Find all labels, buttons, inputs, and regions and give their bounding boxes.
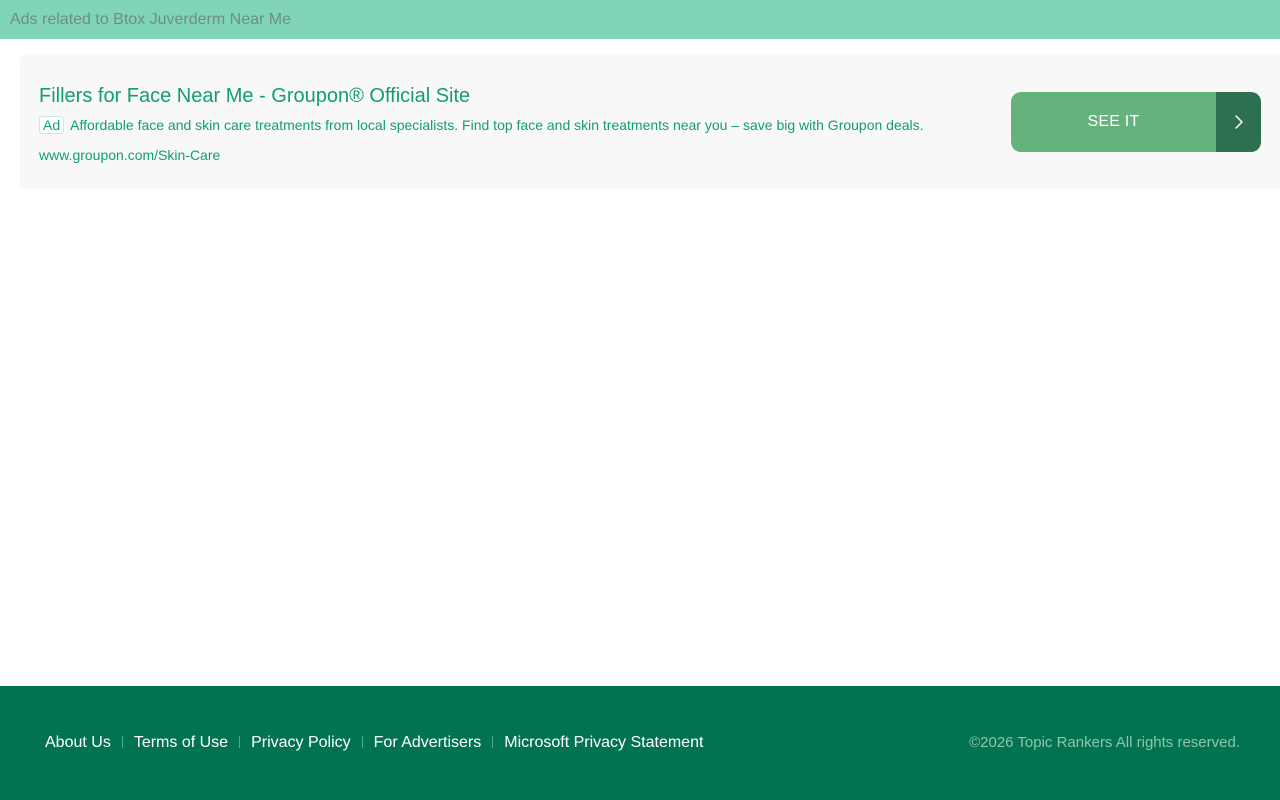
footer-divider — [492, 736, 494, 748]
footer: About Us Terms of Use Privacy Policy For… — [0, 686, 1280, 800]
ad-display-url[interactable]: www.groupon.com/Skin-Care — [39, 146, 220, 164]
chevron-right-icon — [1216, 92, 1261, 152]
ad-card: Fillers for Face Near Me - Groupon® Offi… — [20, 54, 1280, 189]
footer-divider — [121, 736, 123, 748]
see-it-button[interactable]: SEE IT — [1011, 92, 1261, 152]
footer-link-privacy-policy[interactable]: Privacy Policy — [251, 733, 351, 753]
ad-description: Affordable face and skin care treatments… — [70, 117, 924, 133]
ads-header-bar: Ads related to Btox Juverderm Near Me — [0, 0, 1280, 39]
footer-divider — [361, 736, 363, 748]
copyright-text: ©2026 Topic Rankers All rights reserved. — [969, 734, 1240, 751]
footer-link-for-advertisers[interactable]: For Advertisers — [374, 733, 482, 753]
footer-link-microsoft-privacy-statement[interactable]: Microsoft Privacy Statement — [504, 733, 703, 753]
footer-link-about-us[interactable]: About Us — [45, 733, 111, 753]
ads-header-text: Ads related to Btox Juverderm Near Me — [10, 11, 292, 28]
ad-badge: Ad — [39, 116, 65, 134]
footer-divider — [239, 736, 241, 748]
ad-description-line: Ad Affordable face and skin care treatmen… — [39, 116, 924, 134]
footer-links: About Us Terms of Use Privacy Policy For… — [45, 733, 703, 753]
see-it-label: SEE IT — [1011, 92, 1216, 152]
footer-link-terms-of-use[interactable]: Terms of Use — [134, 733, 228, 753]
ad-title-link[interactable]: Fillers for Face Near Me - Groupon® Offi… — [39, 84, 470, 108]
